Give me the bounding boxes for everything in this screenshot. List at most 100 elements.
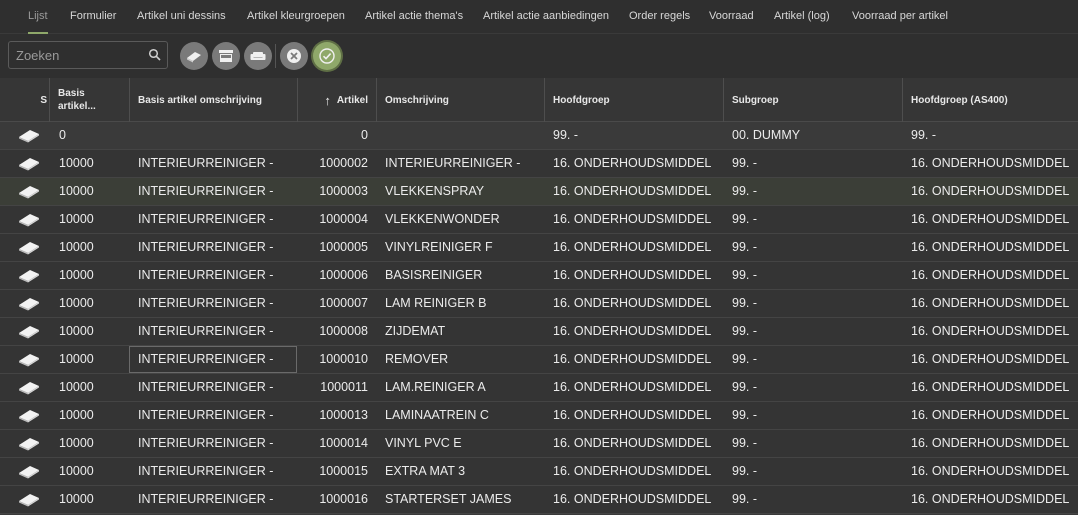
- subgroep-cell[interactable]: 99. -: [732, 318, 898, 345]
- hoofdgroep-cell[interactable]: 16. ONDERHOUDSMIDDEL: [553, 178, 719, 205]
- column-header-subgroep[interactable]: Subgroep: [723, 78, 902, 122]
- subgroep-cell[interactable]: 99. -: [732, 178, 898, 205]
- artikel-cell[interactable]: 1000005: [300, 234, 368, 261]
- basis-artikel-cell[interactable]: 10000: [59, 234, 125, 261]
- hoofdgroep-as400-cell[interactable]: 16. ONDERHOUDSMIDDEL: [911, 150, 1076, 177]
- tab-voorraad-per-artikel[interactable]: Voorraad per artikel: [852, 0, 948, 34]
- subgroep-cell[interactable]: 99. -: [732, 234, 898, 261]
- search-icon[interactable]: [148, 48, 162, 62]
- artikel-cell[interactable]: 1000007: [300, 290, 368, 317]
- basis-artikel-cell[interactable]: 10000: [59, 290, 125, 317]
- omschrijving-cell[interactable]: EXTRA MAT 3: [385, 458, 540, 485]
- basis-artikel-cell[interactable]: 10000: [59, 178, 125, 205]
- artikel-cell[interactable]: 1000004: [300, 206, 368, 233]
- subgroep-cell[interactable]: 00. DUMMY: [732, 122, 898, 149]
- hoofdgroep-cell[interactable]: 16. ONDERHOUDSMIDDEL: [553, 262, 719, 289]
- hoofdgroep-cell[interactable]: 16. ONDERHOUDSMIDDEL: [553, 374, 719, 401]
- subgroep-cell[interactable]: 99. -: [732, 430, 898, 457]
- basis-omschrijving-cell[interactable]: [138, 122, 293, 149]
- column-header-s[interactable]: S: [0, 78, 49, 122]
- table-row[interactable]: 10000 INTERIEURREINIGER - 1000006 BASISREIN…: [0, 262, 1078, 290]
- basis-artikel-cell[interactable]: 10000: [59, 486, 125, 513]
- hoofdgroep-cell[interactable]: 16. ONDERHOUDSMIDDEL: [553, 206, 719, 233]
- table-row[interactable]: 10000 INTERIEURREINIGER - 1000015 EXTRA MAT…: [0, 458, 1078, 486]
- basis-artikel-cell[interactable]: 10000: [59, 402, 125, 429]
- subgroep-cell[interactable]: 99. -: [732, 262, 898, 289]
- hoofdgroep-as400-cell[interactable]: 16. ONDERHOUDSMIDDEL: [911, 262, 1076, 289]
- tab-artikel-log[interactable]: Artikel (log): [774, 0, 830, 34]
- table-row[interactable]: 10000 INTERIEURREINIGER - 1000004 VLEKKENWO…: [0, 206, 1078, 234]
- table-row[interactable]: 10000 INTERIEURREINIGER - 1000008 ZIJDEMAT 1…: [0, 318, 1078, 346]
- basis-artikel-cell[interactable]: 10000: [59, 458, 125, 485]
- confirm-button[interactable]: [313, 42, 341, 70]
- hoofdgroep-as400-cell[interactable]: 16. ONDERHOUDSMIDDEL: [911, 486, 1076, 513]
- basis-artikel-cell[interactable]: 10000: [59, 430, 125, 457]
- basis-omschrijving-cell[interactable]: INTERIEURREINIGER -: [138, 206, 293, 233]
- omschrijving-cell[interactable]: STARTERSET JAMES: [385, 486, 540, 513]
- basis-omschrijving-cell[interactable]: INTERIEURREINIGER -: [138, 430, 293, 457]
- omschrijving-cell[interactable]: [385, 122, 540, 149]
- omschrijving-cell[interactable]: VLEKKENWONDER: [385, 206, 540, 233]
- basis-omschrijving-cell[interactable]: INTERIEURREINIGER -: [138, 374, 293, 401]
- subgroep-cell[interactable]: 99. -: [732, 206, 898, 233]
- hoofdgroep-cell[interactable]: 16. ONDERHOUDSMIDDEL: [553, 318, 719, 345]
- basis-omschrijving-cell[interactable]: INTERIEURREINIGER -: [138, 318, 293, 345]
- omschrijving-cell[interactable]: BASISREINIGER: [385, 262, 540, 289]
- hoofdgroep-as400-cell[interactable]: 16. ONDERHOUDSMIDDEL: [911, 430, 1076, 457]
- basis-omschrijving-cell[interactable]: INTERIEURREINIGER -: [129, 346, 297, 373]
- subgroep-cell[interactable]: 99. -: [732, 374, 898, 401]
- subgroep-cell[interactable]: 99. -: [732, 402, 898, 429]
- basis-artikel-cell[interactable]: 10000: [59, 262, 125, 289]
- hoofdgroep-as400-cell[interactable]: 16. ONDERHOUDSMIDDEL: [911, 458, 1076, 485]
- hoofdgroep-cell[interactable]: 16. ONDERHOUDSMIDDEL: [553, 150, 719, 177]
- tab-lijst[interactable]: Lijst: [28, 0, 48, 34]
- omschrijving-cell[interactable]: REMOVER: [385, 346, 540, 373]
- artikel-cell[interactable]: 1000003: [300, 178, 368, 205]
- artikel-cell[interactable]: 1000002: [300, 150, 368, 177]
- omschrijving-cell[interactable]: ZIJDEMAT: [385, 318, 540, 345]
- hoofdgroep-cell[interactable]: 16. ONDERHOUDSMIDDEL: [553, 346, 719, 373]
- hoofdgroep-as400-cell[interactable]: 16. ONDERHOUDSMIDDEL: [911, 318, 1076, 345]
- hoofdgroep-cell[interactable]: 99. -: [553, 122, 719, 149]
- column-header-hoofdgroep-as400[interactable]: Hoofdgroep (AS400): [902, 78, 1078, 122]
- basis-omschrijving-cell[interactable]: INTERIEURREINIGER -: [138, 458, 293, 485]
- tab-artikel-kleurgroepen[interactable]: Artikel kleurgroepen: [247, 0, 345, 34]
- basis-artikel-cell[interactable]: 10000: [59, 374, 125, 401]
- tab-artikel-actie-themas[interactable]: Artikel actie thema's: [365, 0, 463, 34]
- table-row[interactable]: 10000 INTERIEURREINIGER - 1000005 VINYLREIN…: [0, 234, 1078, 262]
- omschrijving-cell[interactable]: LAM REINIGER B: [385, 290, 540, 317]
- artikel-cell[interactable]: 0: [300, 122, 368, 149]
- column-header-artikel[interactable]: ↑ Artikel: [297, 78, 376, 122]
- hoofdgroep-as400-cell[interactable]: 16. ONDERHOUDSMIDDEL: [911, 206, 1076, 233]
- column-header-basis-artikel[interactable]: Basis artikel...: [49, 78, 129, 122]
- hoofdgroep-as400-cell[interactable]: 16. ONDERHOUDSMIDDEL: [911, 234, 1076, 261]
- sofa-cushion-button[interactable]: [180, 42, 208, 70]
- table-row[interactable]: 10000 INTERIEURREINIGER - 1000016 STARTERSE…: [0, 486, 1078, 514]
- omschrijving-cell[interactable]: LAMINAATREIN C: [385, 402, 540, 429]
- basis-artikel-cell[interactable]: 10000: [59, 318, 125, 345]
- basis-omschrijving-cell[interactable]: INTERIEURREINIGER -: [138, 290, 293, 317]
- omschrijving-cell[interactable]: VINYLREINIGER F: [385, 234, 540, 261]
- omschrijving-cell[interactable]: LAM.REINIGER A: [385, 374, 540, 401]
- artikel-cell[interactable]: 1000014: [300, 430, 368, 457]
- artikel-cell[interactable]: 1000013: [300, 402, 368, 429]
- basis-artikel-cell[interactable]: 0: [59, 122, 125, 149]
- basis-omschrijving-cell[interactable]: INTERIEURREINIGER -: [138, 234, 293, 261]
- hoofdgroep-as400-cell[interactable]: 16. ONDERHOUDSMIDDEL: [911, 374, 1076, 401]
- hoofdgroep-cell[interactable]: 16. ONDERHOUDSMIDDEL: [553, 486, 719, 513]
- omschrijving-cell[interactable]: VINYL PVC E: [385, 430, 540, 457]
- hoofdgroep-cell[interactable]: 16. ONDERHOUDSMIDDEL: [553, 290, 719, 317]
- table-row[interactable]: 10000 INTERIEURREINIGER - 1000003 VLEKKENSP…: [0, 178, 1078, 206]
- cabinet-button[interactable]: [212, 42, 240, 70]
- table-row[interactable]: 10000 INTERIEURREINIGER - 1000014 VINYL PVC…: [0, 430, 1078, 458]
- hoofdgroep-cell[interactable]: 16. ONDERHOUDSMIDDEL: [553, 234, 719, 261]
- sofa-button[interactable]: [244, 42, 272, 70]
- table-row[interactable]: 10000 INTERIEURREINIGER - 1000002 INTERIEUR…: [0, 150, 1078, 178]
- subgroep-cell[interactable]: 99. -: [732, 290, 898, 317]
- basis-omschrijving-cell[interactable]: INTERIEURREINIGER -: [138, 178, 293, 205]
- artikel-cell[interactable]: 1000015: [300, 458, 368, 485]
- basis-artikel-cell[interactable]: 10000: [59, 346, 125, 373]
- artikel-cell[interactable]: 1000011: [300, 374, 368, 401]
- table-row[interactable]: 10000 INTERIEURREINIGER - 1000007 LAM REINI…: [0, 290, 1078, 318]
- cancel-button[interactable]: [280, 42, 308, 70]
